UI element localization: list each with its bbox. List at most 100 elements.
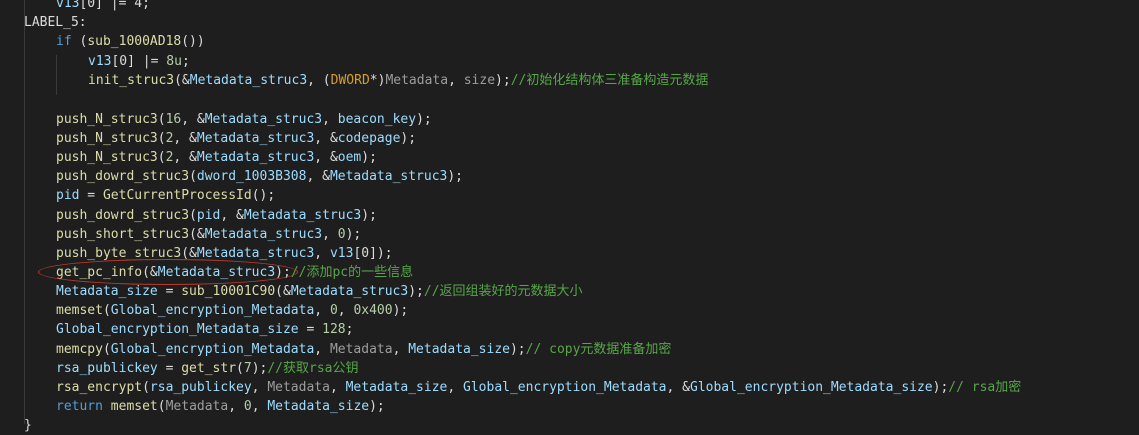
punct: , bbox=[314, 246, 330, 261]
code-line[interactable]: memcpy(Global_encryption_Metadata, Metad… bbox=[24, 340, 671, 359]
number: 8u bbox=[166, 54, 182, 69]
punct: , bbox=[337, 303, 354, 318]
identifier: Metadata bbox=[385, 73, 449, 88]
code-line[interactable]: memset(Global_encryption_Metadata, 0, 0x… bbox=[24, 301, 408, 320]
punct: , bbox=[329, 380, 346, 395]
code-line[interactable]: push_dowrd_struc3(pid, &Metadata_struc3)… bbox=[24, 206, 377, 225]
identifier: Metadata_struc3 bbox=[196, 150, 315, 165]
identifier: Global_encryption_Metadata bbox=[110, 342, 315, 357]
punct: (& bbox=[189, 227, 205, 242]
code-line[interactable]: get_pc_info(&Metadata_struc3);//添加pc的一些信… bbox=[24, 263, 413, 282]
punct: ); bbox=[447, 169, 464, 184]
code-line[interactable]: Metadata_size = sub_10001C90(&Metadata_s… bbox=[24, 282, 583, 301]
punct: ); bbox=[392, 303, 409, 318]
label: LABEL_5: bbox=[24, 15, 87, 30]
code-line[interactable]: rsa_encrypt(rsa_publickey, Metadata, Met… bbox=[24, 378, 1021, 397]
code-line[interactable]: pid = GetCurrentProcessId(); bbox=[24, 186, 275, 205]
punct: , bbox=[447, 380, 464, 395]
punct: , & bbox=[666, 380, 690, 395]
identifier: Metadata_size bbox=[267, 399, 370, 414]
identifier: pid bbox=[196, 208, 221, 223]
punct: ); bbox=[416, 112, 432, 127]
number: 7 bbox=[243, 361, 252, 376]
identifier: Metadata_struc3 bbox=[204, 227, 323, 242]
code-line[interactable]: push_N_struc3(16, &Metadata_struc3, beac… bbox=[24, 110, 432, 129]
code-line[interactable]: v13[0] |= 4; bbox=[24, 0, 150, 13]
identifier: rsa_publickey bbox=[56, 361, 158, 376]
punct: ); bbox=[369, 399, 385, 414]
closing-brace: } bbox=[24, 418, 32, 433]
identifier: beacon_key bbox=[337, 112, 417, 127]
code-line[interactable]: return memset(Metadata, 0, Metadata_size… bbox=[24, 397, 385, 416]
code-line[interactable]: push_dowrd_struc3(dword_1003B308, &Metad… bbox=[24, 167, 463, 186]
identifier: Metadata_struc3 bbox=[290, 284, 409, 299]
punct: [0]); bbox=[353, 246, 393, 261]
punct: (& bbox=[142, 265, 158, 280]
punct: = bbox=[79, 188, 103, 203]
function-name: rsa_encrypt bbox=[56, 380, 143, 395]
punct: ( bbox=[236, 361, 244, 376]
identifier: Metadata_struc3 bbox=[157, 265, 276, 280]
punct: = bbox=[157, 284, 182, 299]
punct: ); bbox=[361, 150, 377, 165]
number: 0 bbox=[243, 399, 252, 414]
punct: (& bbox=[181, 246, 197, 261]
comment: //获取rsa公钥 bbox=[267, 361, 359, 376]
code-line[interactable]: rsa_publickey = get_str(7);//获取rsa公钥 bbox=[24, 359, 358, 378]
punct: [0] |= bbox=[111, 54, 167, 69]
number: 0 bbox=[329, 303, 338, 318]
code-line[interactable]: } bbox=[24, 416, 32, 435]
identifier: Metadata_size bbox=[345, 380, 448, 395]
identifier: size bbox=[463, 73, 496, 88]
identifier: Global_encryption_Metadata_size bbox=[690, 380, 933, 395]
number: 0x400 bbox=[353, 303, 393, 318]
punct: ); bbox=[361, 208, 377, 223]
punct: ( bbox=[157, 399, 166, 414]
code-line[interactable]: push_N_struc3(2, &Metadata_struc3, &oem)… bbox=[24, 148, 377, 167]
code-line[interactable]: LABEL_5: bbox=[24, 13, 87, 32]
punct: ( bbox=[102, 303, 111, 318]
punct: = bbox=[298, 322, 323, 337]
punct: ); bbox=[345, 227, 362, 242]
code-line[interactable]: push_N_struc3(2, &Metadata_struc3, &code… bbox=[24, 129, 416, 148]
identifier: Metadata_struc3 bbox=[329, 169, 448, 184]
function-name: GetCurrentProcessId bbox=[102, 188, 252, 203]
code-line[interactable]: Global_encryption_Metadata_size = 128; bbox=[24, 320, 353, 339]
code-line[interactable]: init_struc3(&Metadata_struc3, (DWORD*)Me… bbox=[24, 71, 708, 90]
punct: (& bbox=[275, 284, 291, 299]
function-name: push_N_struc3 bbox=[56, 150, 158, 165]
punct: , ( bbox=[307, 73, 331, 88]
comment: //初始化结构体三准备构造元数据 bbox=[510, 73, 709, 88]
comment: //返回组装好的元数据大小 bbox=[423, 284, 583, 299]
punct: ( bbox=[102, 342, 111, 357]
punct: ); bbox=[932, 380, 949, 395]
function-name: get_pc_info bbox=[56, 265, 143, 280]
punct: ( bbox=[157, 131, 166, 146]
identifier: v13 bbox=[88, 54, 112, 69]
identifier: Metadata_struc3 bbox=[204, 112, 323, 127]
comment: //添加pc的一些信息 bbox=[290, 265, 414, 280]
comment: // copy元数据准备加密 bbox=[525, 342, 672, 357]
function-name: sub_1000AD18 bbox=[87, 34, 182, 49]
code-line[interactable]: v13[0] |= 8u; bbox=[24, 52, 190, 71]
code-line[interactable]: push_short_struc3(&Metadata_struc3, 0); bbox=[24, 225, 361, 244]
punct: , bbox=[251, 399, 268, 414]
code-editor[interactable]: v13[0] |= 4; LABEL_5: if (sub_1000AD18()… bbox=[0, 0, 1139, 433]
type-name: DWORD bbox=[330, 73, 370, 88]
identifier: rsa_publickey bbox=[149, 380, 252, 395]
identifier: oem bbox=[337, 150, 362, 165]
identifier: Metadata bbox=[267, 380, 330, 395]
identifier: v13 bbox=[56, 0, 80, 11]
punct: , & bbox=[220, 208, 244, 223]
punct: (& bbox=[174, 73, 190, 88]
punct: , & bbox=[173, 150, 197, 165]
punct: ( bbox=[157, 112, 166, 127]
code-line[interactable]: push_byte_struc3(&Metadata_struc3, v13[0… bbox=[24, 244, 393, 263]
punct: ); bbox=[275, 265, 291, 280]
function-name: sub_10001C90 bbox=[181, 284, 276, 299]
punct: ( bbox=[189, 208, 197, 223]
identifier: Metadata_struc3 bbox=[243, 208, 362, 223]
code-line[interactable]: if (sub_1000AD18()) bbox=[24, 32, 205, 51]
punct: ); bbox=[251, 361, 268, 376]
keyword: if bbox=[56, 34, 72, 49]
